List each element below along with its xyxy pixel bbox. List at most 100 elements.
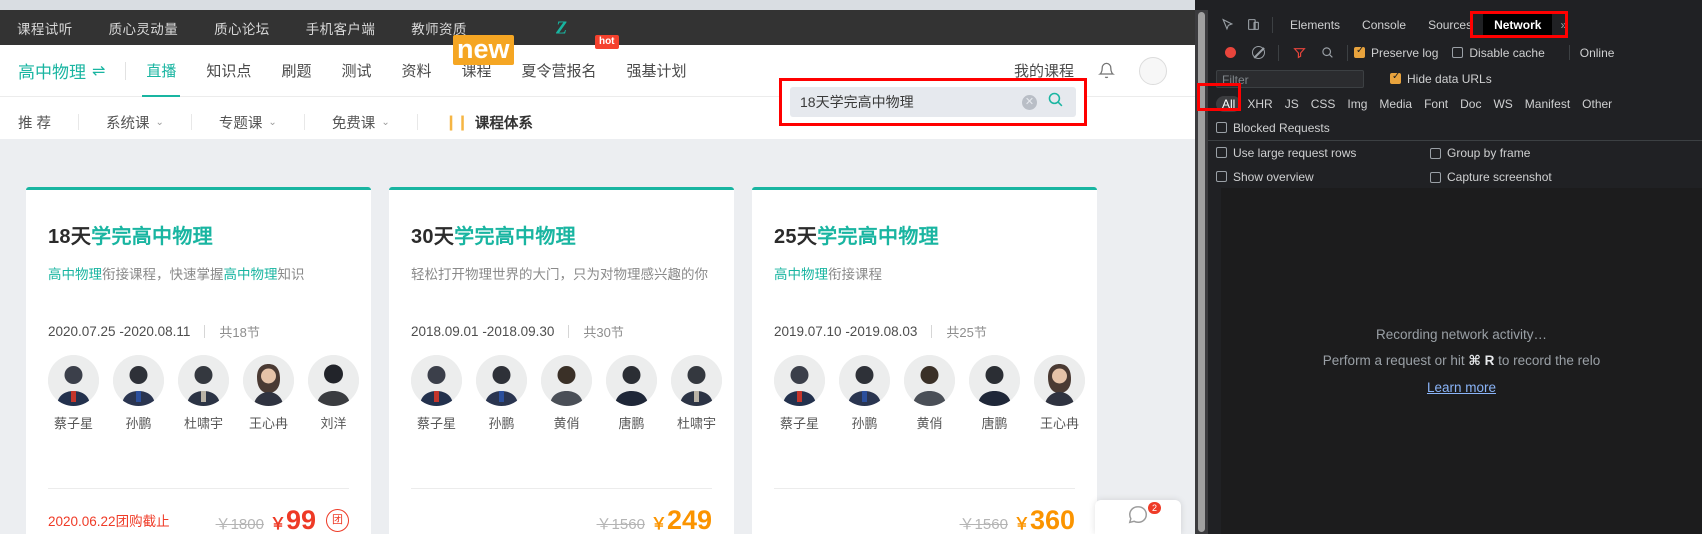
show-overview-checkbox[interactable]: Show overview xyxy=(1216,170,1314,184)
teacher-item[interactable]: 孙鹏 xyxy=(113,355,164,432)
type-filter-img[interactable]: Img xyxy=(1341,96,1373,112)
large-rows-checkbox[interactable]: Use large request rows xyxy=(1216,146,1356,160)
type-filter-all[interactable]: All xyxy=(1216,96,1242,112)
subnav-item-free-course[interactable]: 免费课 ⌄ xyxy=(332,112,390,133)
teacher-item[interactable]: 刘洋 xyxy=(308,355,359,432)
top-link-1[interactable]: 质心灵动量 xyxy=(109,18,179,38)
tab-elements[interactable]: Elements xyxy=(1279,13,1351,37)
course-card[interactable]: 18天学完高中物理 高中物理衔接课程，快速掌握高中物理知识 2020.07.25… xyxy=(26,187,371,534)
clear-icon[interactable]: ✕ xyxy=(1022,94,1037,110)
nav-item-courses[interactable]: 课程 new xyxy=(452,35,514,97)
type-filter-other[interactable]: Other xyxy=(1576,96,1618,112)
search-input[interactable]: 18天学完高中物理 ✕ xyxy=(790,87,1076,117)
course-subtitle: 高中物理衔接课程，快速掌握高中物理知识 xyxy=(48,263,349,283)
teacher-item[interactable]: 孙鹏 xyxy=(839,355,890,432)
nav-item-practice[interactable]: 刷题 xyxy=(281,44,311,97)
teacher-item[interactable]: 杜啸宇 xyxy=(671,355,722,432)
nav-item-live[interactable]: 直播 xyxy=(146,44,176,97)
nav-item-summer-camp[interactable]: 夏令营报名 hot xyxy=(521,35,619,97)
teacher-item[interactable]: 蔡子星 xyxy=(411,355,462,432)
subnav-divider xyxy=(190,114,192,130)
course-card[interactable]: 30天学完高中物理 轻松打开物理世界的大门，只为对物理感兴趣的你 2018.09… xyxy=(389,187,734,534)
subject-selector[interactable]: 高中物理 ⇌ xyxy=(18,58,105,83)
course-price-row: 2020.06.22团购截止 ￥1800 ￥99 团 xyxy=(48,500,349,534)
subnav-item-recommend[interactable]: 推 荐 xyxy=(18,112,51,133)
teacher-item[interactable]: 王心冉 xyxy=(243,355,294,432)
teacher-item[interactable]: 孙鹏 xyxy=(476,355,527,432)
teacher-avatar xyxy=(178,355,229,406)
devtools-resize-handle[interactable] xyxy=(1195,10,1208,534)
record-icon[interactable] xyxy=(1216,47,1244,58)
nav-item-label: 课程 xyxy=(461,63,492,80)
nav-item-label: 资料 xyxy=(401,63,432,80)
group-by-frame-checkbox[interactable]: Group by frame xyxy=(1430,146,1544,160)
top-link-3[interactable]: 手机客户端 xyxy=(306,18,376,38)
devtools-body: Elements Console Sources Network » ✓Pres… xyxy=(1208,10,1702,534)
type-filter-js[interactable]: JS xyxy=(1279,96,1305,112)
teacher-item[interactable]: 黄俏 xyxy=(904,355,955,432)
checkbox-glyph xyxy=(1430,171,1441,183)
throttling-select[interactable]: Online xyxy=(1580,46,1615,60)
capture-screenshots-checkbox[interactable]: Capture screenshot xyxy=(1430,170,1566,184)
type-filter-ws[interactable]: WS xyxy=(1487,96,1518,112)
teacher-item[interactable]: 唐鹏 xyxy=(969,355,1020,432)
subnav-item-topic-course[interactable]: 专题课 ⌄ xyxy=(219,112,277,133)
tab-network[interactable]: Network xyxy=(1483,12,1553,37)
top-link-2[interactable]: 质心论坛 xyxy=(214,18,270,38)
teacher-item[interactable]: 王心冉 xyxy=(1034,355,1085,432)
nav-item-label: 夏令营报名 xyxy=(521,63,597,80)
filter-row: Filter Hide data URLs xyxy=(1208,66,1702,92)
teacher-item[interactable]: 唐鹏 xyxy=(606,355,657,432)
search-icon[interactable] xyxy=(1047,91,1064,113)
type-filter-css[interactable]: CSS xyxy=(1305,96,1342,112)
tab-sources[interactable]: Sources xyxy=(1417,13,1483,37)
preserve-log-checkbox[interactable]: Preserve log xyxy=(1354,45,1438,60)
teacher-item[interactable]: 蔡子星 xyxy=(774,355,825,432)
type-filter-manifest[interactable]: Manifest xyxy=(1519,96,1576,112)
teacher-avatar xyxy=(48,355,99,406)
subtitle-part: 衔接课程，快速掌握 xyxy=(102,267,224,282)
type-filter-xhr[interactable]: XHR xyxy=(1241,96,1278,112)
course-lesson-count: 共25节 xyxy=(946,325,987,340)
learn-more-link[interactable]: Learn more xyxy=(1427,380,1496,395)
subnav-item-course-system[interactable]: ❙❙ 课程体系 xyxy=(445,112,533,133)
nav-item-strong-base[interactable]: 强基计划 xyxy=(627,44,687,97)
book-icon: ❙❙ xyxy=(444,114,469,131)
subnav-item-system-course[interactable]: 系统课 ⌄ xyxy=(106,112,164,133)
date-divider xyxy=(931,325,933,338)
top-link-0[interactable]: 课程试听 xyxy=(17,18,73,38)
resize-thumb[interactable] xyxy=(1198,12,1205,532)
floating-chat-widget[interactable]: 2 xyxy=(1095,500,1181,534)
filter-input[interactable]: Filter xyxy=(1216,70,1364,88)
filter-icon[interactable] xyxy=(1285,46,1313,59)
price-value: 99 xyxy=(285,504,316,534)
device-toolbar-icon[interactable] xyxy=(1240,13,1266,37)
nav-item-test[interactable]: 测试 xyxy=(341,44,371,97)
teacher-avatar xyxy=(243,355,294,406)
tab-console[interactable]: Console xyxy=(1351,13,1417,37)
nav-item-materials[interactable]: 资料 xyxy=(401,44,431,97)
search-icon[interactable] xyxy=(1313,46,1341,59)
course-title: 30天学完高中物理 xyxy=(411,220,712,249)
avatar[interactable] xyxy=(1139,56,1167,85)
course-lesson-count: 共18节 xyxy=(219,325,260,340)
web-page: 课程试听 质心灵动量 质心论坛 手机客户端 教师资质 Z 高中物理 ⇌ 直播 知… xyxy=(0,0,1195,534)
site-logo-icon[interactable]: Z xyxy=(556,17,567,38)
disable-cache-checkbox[interactable]: Disable cache xyxy=(1452,46,1545,60)
inspect-icon[interactable] xyxy=(1214,13,1240,37)
hide-data-urls-checkbox[interactable]: Hide data URLs xyxy=(1390,71,1492,86)
teacher-item[interactable]: 黄俏 xyxy=(541,355,592,432)
type-filter-doc[interactable]: Doc xyxy=(1454,96,1487,112)
clear-icon[interactable] xyxy=(1244,46,1272,59)
bell-icon[interactable] xyxy=(1098,62,1115,79)
price-group: ￥1560 ￥360 xyxy=(960,506,1075,534)
course-card[interactable]: 25天学完高中物理 高中物理衔接课程 2019.07.10 -2019.08.0… xyxy=(752,187,1097,534)
teacher-item[interactable]: 蔡子星 xyxy=(48,355,99,432)
subnav-label: 系统课 xyxy=(106,115,150,132)
type-filter-font[interactable]: Font xyxy=(1418,96,1454,112)
blocked-requests-checkbox[interactable]: Blocked Requests xyxy=(1216,121,1330,135)
more-tabs-icon[interactable]: » xyxy=(1552,18,1575,32)
nav-item-knowledge[interactable]: 知识点 xyxy=(206,44,251,97)
type-filter-media[interactable]: Media xyxy=(1373,96,1418,112)
teacher-item[interactable]: 杜啸宇 xyxy=(178,355,229,432)
